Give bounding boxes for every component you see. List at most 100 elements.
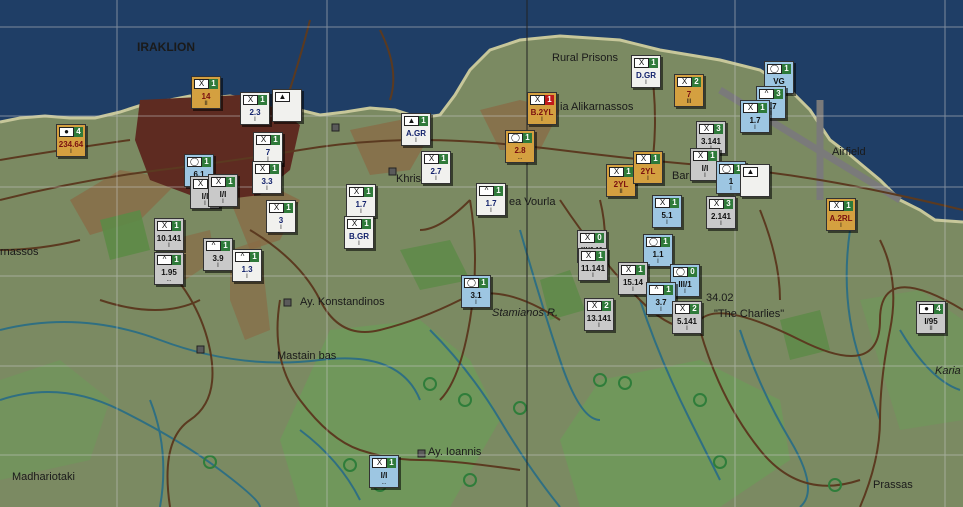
infantry-icon: X — [157, 221, 172, 231]
unit-strength: 1 — [523, 133, 532, 143]
unit-counter[interactable]: X 1 15.14 I — [618, 262, 648, 295]
artillery-icon: ● — [59, 127, 74, 137]
infantry-icon: X — [693, 151, 708, 161]
unit-size: I — [280, 225, 282, 231]
unit-counter[interactable]: X 1 I/I... — [369, 455, 399, 488]
unit-counter[interactable]: X 1 2.7 I — [421, 151, 451, 184]
armor-icon: ◯ — [767, 64, 782, 74]
infantry-icon: X — [243, 95, 258, 105]
unit-strength: 1 — [708, 151, 717, 161]
unit-counter[interactable]: X 1 14 II — [191, 76, 221, 109]
unit-strength: 1 — [782, 64, 791, 74]
infantry-icon: X — [609, 167, 624, 177]
unit-counter[interactable]: X 1 B.GR I — [344, 216, 374, 249]
unit-size: I — [70, 149, 72, 155]
infantry-icon: X — [530, 95, 545, 105]
unit-strength: 0 — [595, 233, 604, 243]
unit-size: I — [666, 220, 668, 226]
unit-counter[interactable]: X1 I/II — [208, 174, 238, 207]
infantry-icon: X — [709, 199, 724, 209]
unit-counter[interactable]: X 1 A.2RL I — [826, 198, 856, 231]
unit-strength: 2 — [602, 301, 611, 311]
unit-counter[interactable]: X 1 5.1 I — [652, 195, 682, 228]
unit-label: VG — [773, 77, 785, 86]
infantry-icon: X — [424, 154, 439, 164]
unit-label: 1.95 — [161, 268, 177, 277]
unit-size: I — [475, 300, 477, 306]
unit-counter[interactable]: X 1 2.3 I — [240, 92, 270, 125]
infantry-icon: X — [743, 103, 758, 113]
unit-counter[interactable]: X 1 11.141 I — [578, 248, 608, 281]
unit-label: 1.1 — [652, 250, 664, 259]
unit-strength: 1 — [636, 265, 645, 275]
unit-counter[interactable]: X 1 B.2YL I — [527, 92, 557, 125]
unit-strength: 3 — [714, 124, 723, 134]
unit-strength: 1 — [258, 95, 267, 105]
unit-counter[interactable]: X13I — [266, 200, 296, 233]
place-airfield: Airfield — [832, 146, 866, 158]
unit-counter[interactable]: ^ 1 1.7 I — [476, 183, 506, 216]
unit-label: 1.7 — [485, 199, 497, 208]
unit-label: D.GR — [636, 71, 656, 80]
unit-counter[interactable]: X 1 1.7 I — [740, 100, 770, 133]
unit-label: 2.8 — [514, 146, 526, 155]
unit-strength: 1 — [844, 201, 853, 211]
unit-size: III — [686, 99, 692, 105]
infantry-icon: X — [194, 79, 209, 89]
unit-label: 3.1 — [470, 291, 482, 300]
unit-counter[interactable]: X 1 D.GR I — [631, 55, 661, 88]
unit-counter[interactable]: ^ 1 1.95... — [154, 252, 184, 285]
unit-size: I — [360, 209, 362, 215]
unit-label: I/I — [219, 190, 227, 199]
armor-icon: ◯ — [508, 133, 523, 143]
unit-strength: 1 — [209, 79, 218, 89]
unit-size: I — [657, 259, 659, 265]
unit-label: 14 — [201, 92, 211, 101]
infantry-icon: X — [211, 177, 226, 187]
unit-counter[interactable]: X 1 1.7 I — [346, 184, 376, 217]
infantry-icon: X — [372, 458, 387, 468]
unit-size: I — [592, 273, 594, 279]
armor-icon: ◯ — [719, 164, 734, 174]
place-rnassos: rnassos — [0, 246, 39, 258]
unit-strength: 3 — [774, 89, 783, 99]
infantry-icon: X — [634, 58, 649, 68]
unit-counter[interactable]: X 3 2.141 I — [706, 196, 736, 229]
unit-counter[interactable]: X 2 13.141 I — [584, 298, 614, 331]
unit-strength: 1 — [419, 116, 428, 126]
unit-counter[interactable]: ▲ — [272, 89, 302, 122]
unit-counter[interactable]: ● 4 234.64 I — [56, 124, 86, 157]
unit-counter[interactable]: X 1 3.3 I — [252, 161, 282, 194]
place-madhariotaki: Madhariotaki — [12, 471, 75, 483]
unit-size: I — [217, 263, 219, 269]
unit-strength: 1 — [250, 252, 259, 262]
unit-strength: 1 — [651, 154, 660, 164]
unit-size: I — [840, 223, 842, 229]
unit-counter[interactable]: ▲ — [740, 164, 770, 197]
unit-counter[interactable]: ◯ 1 3.1 I — [461, 275, 491, 308]
infantry-icon: X — [256, 135, 271, 145]
infantry-icon: X — [587, 301, 602, 311]
unit-counter[interactable]: ◯ 1 2.8... — [505, 130, 535, 163]
artillery-icon: ● — [919, 304, 934, 314]
unit-counter[interactable]: ▲ 1 A.GR I — [401, 113, 431, 146]
infantry-icon: X — [621, 265, 636, 275]
unit-label: I/I — [701, 164, 709, 173]
unit-counter[interactable]: ● 4 I/95 II — [916, 301, 946, 334]
unit-counter[interactable]: X 2 5.141 I — [672, 301, 702, 334]
unit-counter[interactable]: X 1 2YL I — [633, 151, 663, 184]
unit-counter[interactable]: X 1 10.141 I — [154, 218, 184, 251]
unit-counter[interactable]: X 2 7 III — [674, 74, 704, 107]
game-map[interactable]: IRAKLION Rural Prisons ia Alikarnassos K… — [0, 0, 963, 507]
unit-counter[interactable]: ^ 1 1.3 I — [232, 249, 262, 282]
unit-strength: 2 — [690, 304, 699, 314]
unit-strength: 4 — [934, 304, 943, 314]
unit-label: 234.64 — [58, 140, 84, 149]
unit-counter[interactable]: X 1 2YL II — [606, 164, 636, 197]
unit-strength: 1 — [271, 135, 280, 145]
infantry-icon: X — [581, 251, 596, 261]
unit-size: ... — [381, 480, 387, 486]
unit-label: 11.141 — [580, 264, 606, 273]
unit-strength: 1 — [545, 95, 554, 105]
unit-counter[interactable]: ^ 1 3.9 I — [203, 238, 233, 271]
